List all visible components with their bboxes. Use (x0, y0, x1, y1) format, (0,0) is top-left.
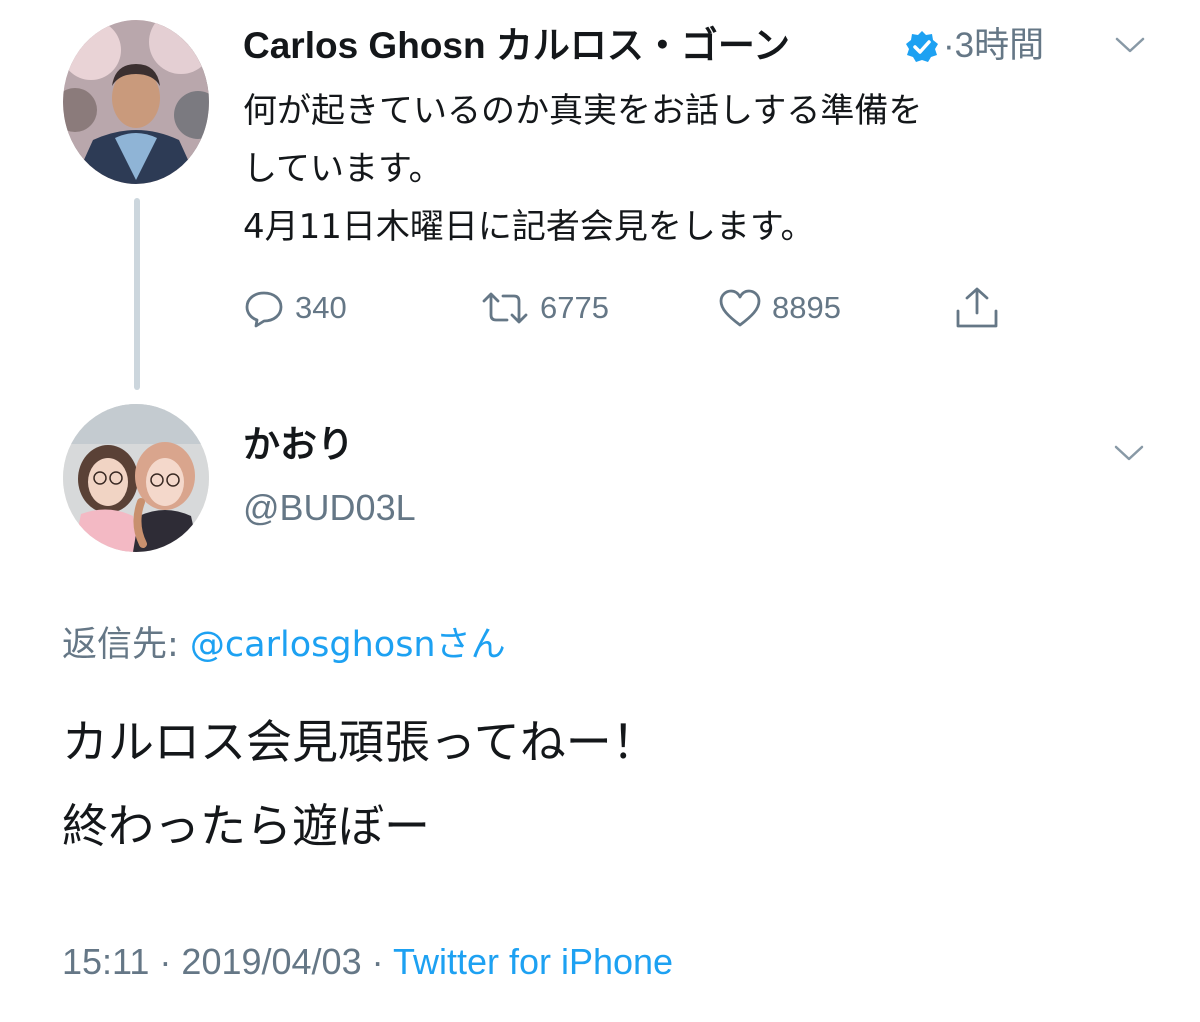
retweet-icon (482, 292, 528, 324)
share-button[interactable] (952, 284, 1012, 332)
heart-icon (719, 289, 761, 327)
reply-count: 340 (295, 290, 347, 325)
replying-to-mention-link[interactable]: @carlosghosnさん (190, 625, 506, 665)
kaori-display-name[interactable]: かおり (243, 420, 354, 470)
carlos-tweet-text: 何が起きているのか真実をお話しする準備を しています。 4月11日木曜日に記者会… (243, 82, 1143, 256)
tweet-text-line: 何が起きているのか真実をお話しする準備を (243, 91, 923, 131)
kaori-avatar[interactable] (63, 404, 209, 552)
tweet-text-line: カルロス会見頑張ってねー！ (62, 715, 658, 769)
carlos-tweet-time[interactable]: ·3時間 (943, 22, 1044, 70)
retweet-button[interactable]: 6775 (480, 284, 609, 332)
time-value: 3時間 (954, 26, 1045, 65)
reply-icon (245, 291, 283, 328)
time-separator: · (943, 26, 955, 65)
thread-connector-line (134, 198, 140, 390)
replying-to: 返信先: @carlosghosnさん (62, 620, 506, 670)
share-icon (956, 287, 998, 328)
replying-to-label: 返信先: (62, 625, 190, 665)
verified-badge-icon (905, 30, 939, 64)
footer-separator: · (149, 941, 182, 982)
footer-separator: · (361, 941, 393, 982)
tweet-timestamp-footer: 15:11 · 2019/04/03 · Twitter for iPhone (62, 934, 673, 990)
tweet-text-line: 4月11日木曜日に記者会見をします。 (243, 207, 815, 247)
tweet-text-line: 終わったら遊ぼー (62, 799, 430, 853)
tweet-date: 2019/04/03 (181, 941, 362, 982)
retweet-count: 6775 (540, 290, 609, 325)
tweet-text-line: しています。 (243, 149, 443, 189)
kaori-handle[interactable]: @BUD03L (243, 483, 416, 533)
chevron-down-icon[interactable] (1114, 444, 1144, 462)
kaori-avatar-image (63, 404, 209, 552)
carlos-display-name[interactable]: Carlos Ghosn カルロス・ゴーン (243, 22, 790, 70)
carlos-avatar[interactable] (63, 20, 209, 184)
reply-button[interactable]: 340 (243, 284, 347, 332)
carlos-avatar-image (63, 20, 209, 184)
chevron-down-icon[interactable] (1115, 36, 1145, 54)
kaori-tweet-text: カルロス会見頑張ってねー！ 終わったら遊ぼー (62, 700, 1162, 868)
tweet-source-link[interactable]: Twitter for iPhone (393, 941, 673, 982)
like-count: 8895 (772, 290, 841, 325)
like-button[interactable]: 8895 (718, 284, 841, 332)
tweet-time: 15:11 (62, 941, 150, 982)
